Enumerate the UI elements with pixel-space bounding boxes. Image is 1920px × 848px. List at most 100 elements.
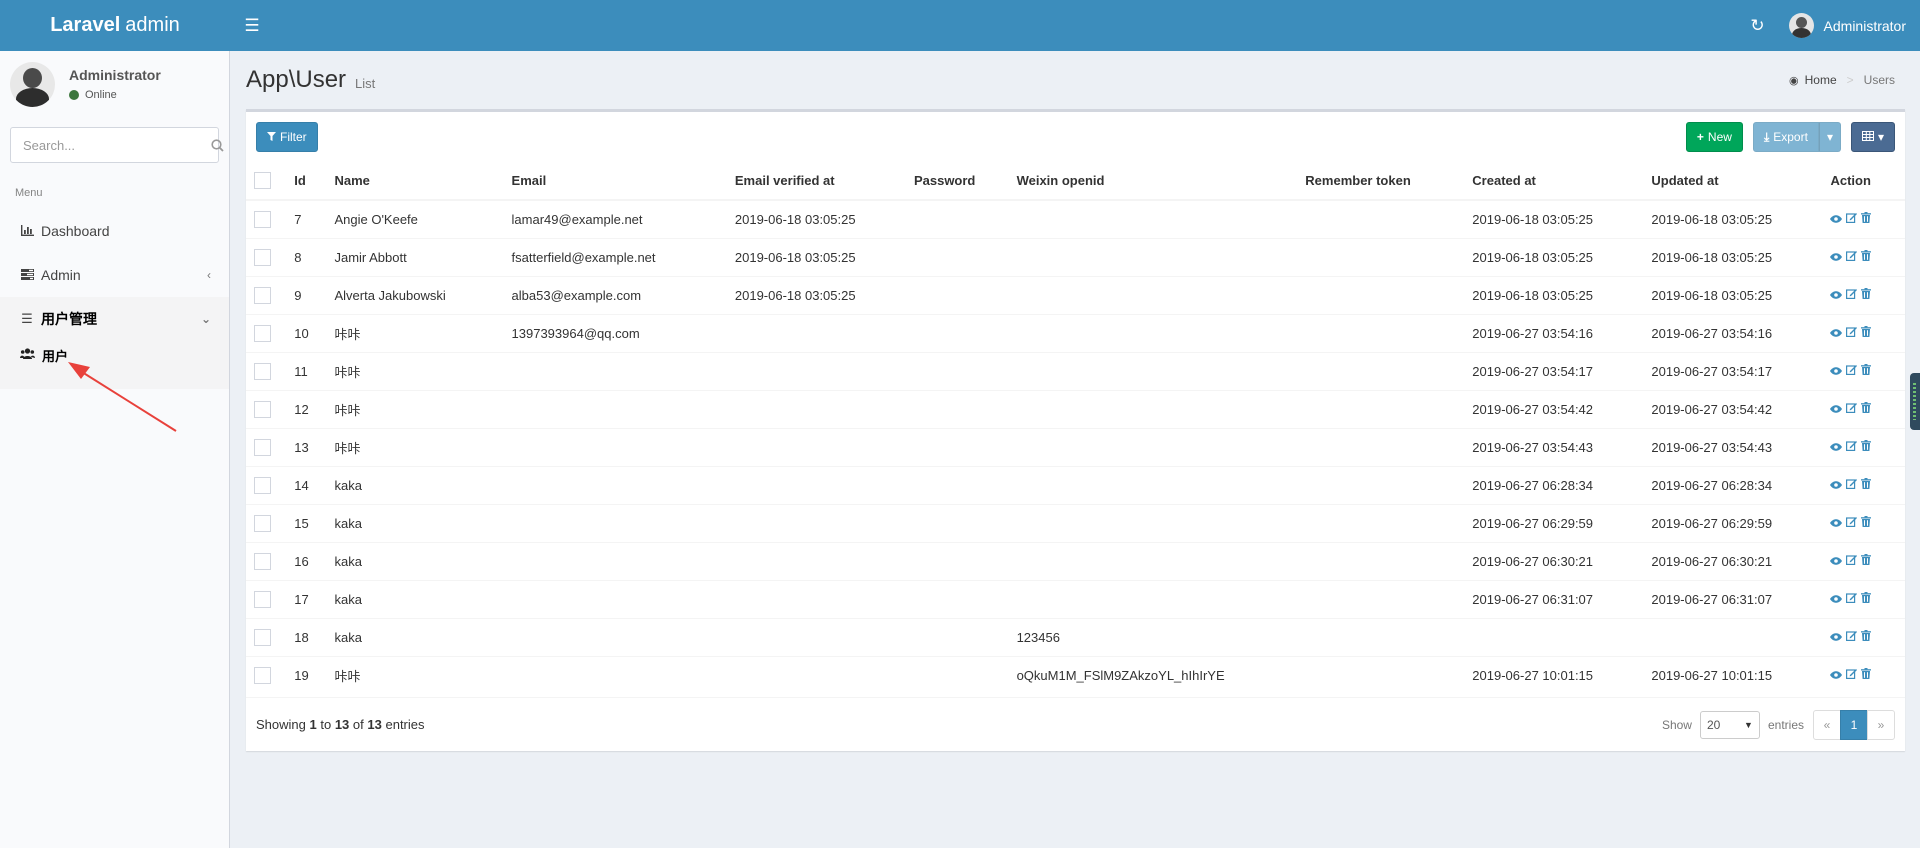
edit-icon[interactable] [1846,478,1858,492]
delete-icon[interactable] [1861,478,1872,492]
column-header[interactable]: Name [326,162,504,201]
cell-verified [726,427,906,466]
select-all-checkbox[interactable] [254,172,271,190]
sidebar-item-dashboard[interactable]: Dashboard [0,209,229,253]
page-button[interactable]: 1 [1840,709,1868,740]
delete-icon[interactable] [1861,554,1872,568]
row-checkbox[interactable] [254,476,271,494]
delete-icon[interactable] [1861,326,1872,340]
column-header[interactable]: Email [503,162,727,201]
prev-page-button[interactable]: « [1813,709,1841,740]
header-user-name: Administrator [1823,17,1906,34]
cell-token [1297,655,1465,694]
row-checkbox[interactable] [254,400,271,418]
per-page-select[interactable]: 20 ▼ [1699,710,1760,739]
export-dropdown-button[interactable]: ▾ [1818,122,1841,152]
edit-icon[interactable] [1846,440,1858,454]
cell-token [1297,275,1465,314]
new-button[interactable]: + New [1685,122,1743,152]
column-header[interactable]: Created at [1464,162,1644,201]
edit-icon[interactable] [1846,288,1858,302]
row-checkbox[interactable] [254,438,271,456]
pager-area: Show 20 ▼ entries « 1 » [1661,709,1895,740]
row-checkbox[interactable] [254,286,271,304]
search-input[interactable] [11,137,211,153]
view-icon[interactable] [1830,554,1843,568]
sidebar-user-panel: Administrator Online [0,51,229,117]
view-icon[interactable] [1830,478,1843,492]
view-icon[interactable] [1830,592,1843,606]
delete-icon[interactable] [1861,402,1872,416]
column-header[interactable]: Password [905,162,1009,201]
delete-icon[interactable] [1861,364,1872,378]
caret-down-icon: ▾ [1877,130,1884,144]
column-header[interactable]: Email verified at [726,162,906,201]
column-header[interactable]: Remember token [1297,162,1465,201]
bar-chart-icon [17,224,37,239]
view-icon[interactable] [1830,440,1843,454]
row-checkbox[interactable] [254,666,271,684]
cell-id: 9 [286,275,327,314]
side-scroll-handle[interactable] [1910,373,1920,430]
cell-updated: 2019-06-18 03:05:25 [1643,199,1823,238]
export-label: Export [1773,130,1808,144]
delete-icon[interactable] [1861,250,1872,264]
row-checkbox[interactable] [254,324,271,342]
row-checkbox[interactable] [254,628,271,646]
row-checkbox[interactable] [254,590,271,608]
sidebar-subitem-users[interactable]: 用户 [0,341,229,369]
column-selector-button[interactable]: ▾ [1850,122,1895,152]
view-icon[interactable] [1830,288,1843,302]
user-menu[interactable]: Administrator [1781,0,1920,51]
column-header[interactable]: Id [286,162,327,201]
edit-icon[interactable] [1846,592,1858,606]
view-icon[interactable] [1830,212,1843,226]
sidebar-item-user-management[interactable]: ☰ 用户管理 ⌄ [0,297,229,341]
edit-icon[interactable] [1846,630,1858,644]
export-button[interactable]: ⤓ Export [1752,122,1819,152]
refresh-button[interactable]: ↻ [1735,0,1781,51]
view-icon[interactable] [1830,516,1843,530]
edit-icon[interactable] [1846,326,1858,340]
next-page-button[interactable]: » [1867,709,1895,740]
delete-icon[interactable] [1861,288,1872,302]
row-checkbox[interactable] [254,552,271,570]
row-checkbox[interactable] [254,362,271,380]
delete-icon[interactable] [1861,668,1872,682]
filter-button[interactable]: Filter [256,122,318,152]
breadcrumb-home[interactable]: Home [1805,73,1837,87]
view-icon[interactable] [1830,668,1843,682]
view-icon[interactable] [1830,364,1843,378]
edit-icon[interactable] [1846,364,1858,378]
delete-icon[interactable] [1861,212,1872,226]
app-logo[interactable]: Laravel admin [0,0,230,51]
view-icon[interactable] [1830,402,1843,416]
edit-icon[interactable] [1846,554,1858,568]
column-header[interactable]: Updated at [1643,162,1823,201]
delete-icon[interactable] [1861,440,1872,454]
delete-icon[interactable] [1861,516,1872,530]
row-checkbox[interactable] [254,248,271,266]
view-icon[interactable] [1830,250,1843,264]
delete-icon[interactable] [1861,592,1872,606]
view-icon[interactable] [1830,630,1843,644]
edit-icon[interactable] [1846,516,1858,530]
cell-openid [1008,427,1298,466]
edit-icon[interactable] [1846,402,1858,416]
edit-icon[interactable] [1846,212,1858,226]
column-header[interactable]: Weixin openid [1008,162,1298,201]
edit-icon[interactable] [1846,250,1858,264]
cell-name: 咔咔 [326,427,504,466]
row-select-cell [246,617,287,656]
row-checkbox[interactable] [254,514,271,532]
entries-label: entries [1767,717,1804,732]
row-checkbox[interactable] [254,210,271,228]
show-label: Show [1661,717,1692,732]
sidebar-toggle-button[interactable]: ☰ [230,0,274,51]
cell-password [905,617,1009,656]
edit-icon[interactable] [1846,668,1858,682]
delete-icon[interactable] [1861,630,1872,644]
sidebar-item-admin[interactable]: Admin ‹ [0,253,229,297]
search-icon[interactable] [211,127,224,163]
view-icon[interactable] [1830,326,1843,340]
